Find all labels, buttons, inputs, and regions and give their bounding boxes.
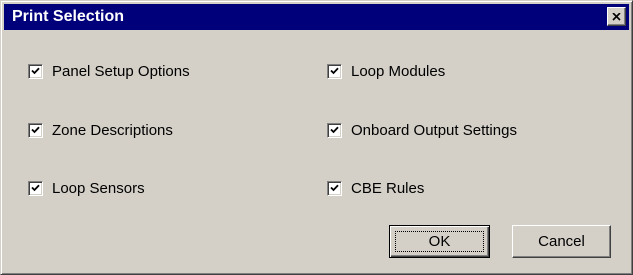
checkbox-panel-setup-options[interactable]: Panel Setup Options <box>28 61 190 81</box>
checkmark-icon <box>31 126 40 134</box>
checkmark-icon <box>31 184 40 192</box>
checkmark-icon <box>330 67 339 75</box>
checkbox-loop-sensors[interactable]: Loop Sensors <box>28 178 145 198</box>
dialog-title: Print Selection <box>12 8 125 25</box>
checkbox-box[interactable] <box>327 122 342 138</box>
checkbox-label: Panel Setup Options <box>52 62 190 80</box>
checkbox-onboard-output-settings[interactable]: Onboard Output Settings <box>327 120 517 140</box>
checkbox-loop-modules[interactable]: Loop Modules <box>327 61 445 81</box>
checkmark-icon <box>330 126 339 134</box>
cancel-button[interactable]: Cancel <box>512 225 611 258</box>
checkbox-box[interactable] <box>28 122 43 138</box>
checkbox-cbe-rules[interactable]: CBE Rules <box>327 178 424 198</box>
checkbox-box[interactable] <box>28 63 43 79</box>
checkbox-label: Zone Descriptions <box>52 121 173 139</box>
cancel-button-label: Cancel <box>538 233 585 250</box>
checkmark-icon <box>31 67 40 75</box>
title-bar[interactable]: Print Selection <box>4 4 629 30</box>
checkbox-label: Loop Modules <box>351 62 446 80</box>
checkbox-label: CBE Rules <box>351 179 425 197</box>
checkbox-box[interactable] <box>327 180 342 196</box>
checkbox-zone-descriptions[interactable]: Zone Descriptions <box>28 120 173 140</box>
close-button[interactable] <box>607 7 626 26</box>
checkbox-label: Loop Sensors <box>52 179 145 197</box>
checkbox-label: Onboard Output Settings <box>351 121 517 139</box>
checkbox-box[interactable] <box>327 63 342 79</box>
focus-ring <box>395 231 484 252</box>
ok-button[interactable]: OK <box>389 225 490 258</box>
print-selection-dialog: Print Selection Panel Setup Options Zone… <box>0 0 633 275</box>
close-icon <box>612 12 621 21</box>
checkbox-box[interactable] <box>28 180 43 196</box>
checkmark-icon <box>330 184 339 192</box>
